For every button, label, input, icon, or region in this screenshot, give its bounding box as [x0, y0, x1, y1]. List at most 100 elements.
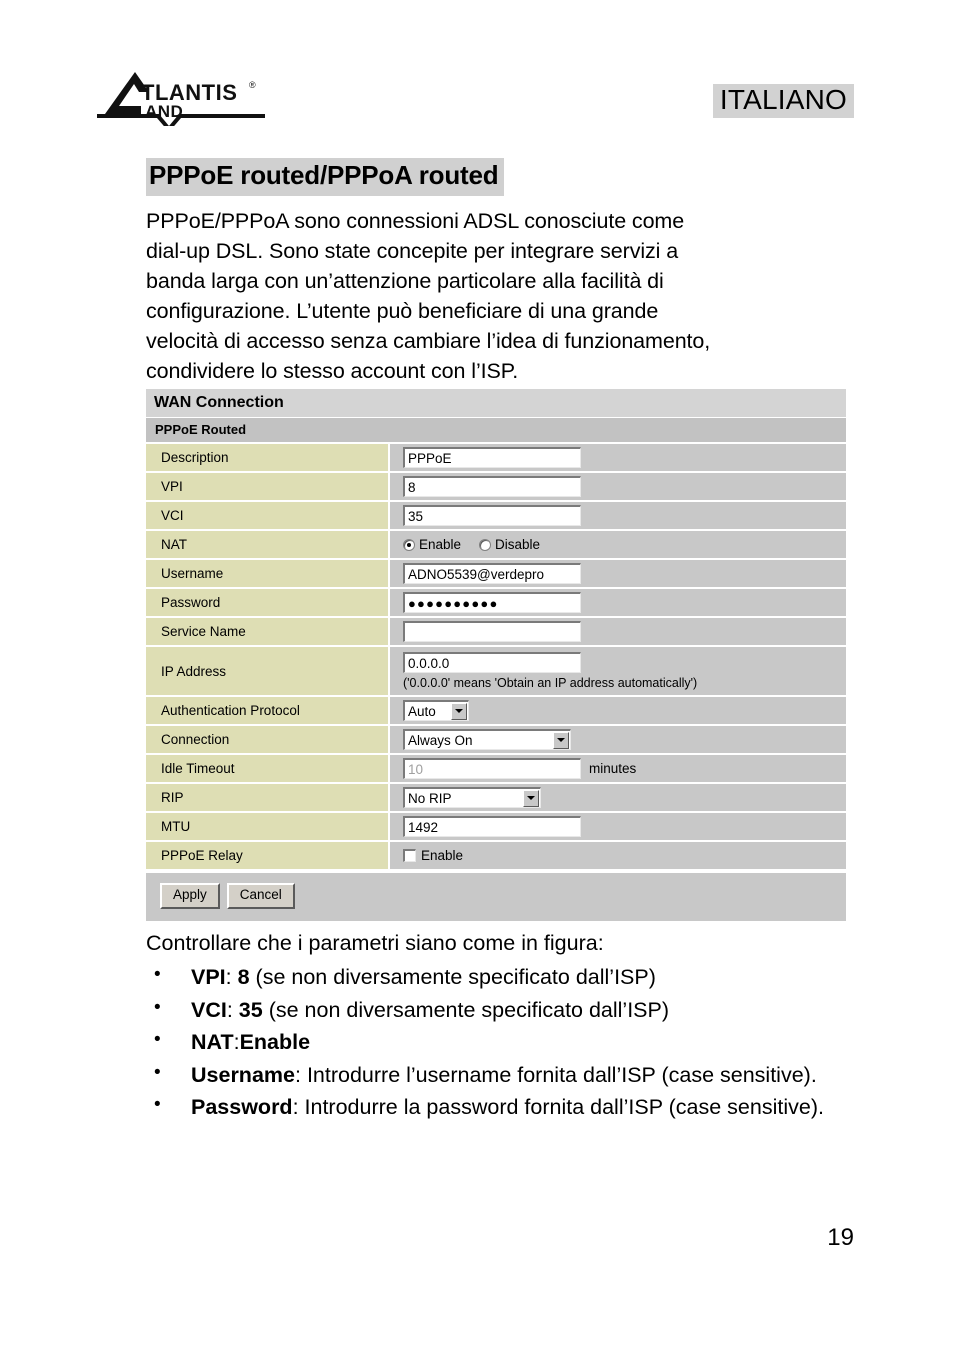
page-title: PPPoE routed/PPPoA routed — [146, 158, 505, 196]
intro-paragraph: PPPoE/PPPoA sono connessioni ADSL conosc… — [146, 207, 846, 387]
table-row: RIP No RIP — [146, 784, 846, 814]
connection-value-cell: Always On — [390, 726, 846, 753]
pppoe-relay-checkbox-wrap[interactable]: Enable — [403, 848, 463, 863]
rip-selected-value: No RIP — [408, 790, 452, 806]
table-row: PPPoE Relay Enable — [146, 842, 846, 872]
nat-disable-label: Disable — [495, 537, 541, 553]
table-row: VCI 35 — [146, 502, 846, 532]
mtu-input[interactable]: 1492 — [403, 816, 581, 838]
connection-selected-value: Always On — [408, 732, 473, 748]
language-badge: ITALIANO — [712, 84, 854, 118]
intro-line: banda larga con un’attenzione particolar… — [146, 268, 664, 293]
wan-connection-screenshot: WAN Connection PPPoE Routed Description … — [146, 389, 846, 923]
nat-label: NAT — [146, 531, 390, 559]
auth-protocol-label: Authentication Protocol — [146, 697, 390, 725]
pppoe-relay-label: PPPoE Relay — [146, 842, 390, 870]
list-item: VCI: 35 (se non diversamente specificato… — [146, 994, 846, 1026]
item-rest: Introdurre l’username fornita dall’ISP (… — [306, 1062, 817, 1087]
table-row: Service Name — [146, 618, 846, 648]
vpi-input[interactable]: 8 — [403, 476, 581, 498]
nat-value-cell: Enable Disable — [390, 531, 846, 558]
idle-timeout-label: Idle Timeout — [146, 755, 390, 783]
auth-protocol-select[interactable]: Auto — [403, 700, 469, 722]
table-row: VPI 8 — [146, 473, 846, 503]
nat-radio-group: Enable Disable — [403, 537, 540, 552]
intro-line: velocità di accesso senza cambiare l’ide… — [146, 328, 711, 353]
service-name-value-cell — [390, 618, 846, 645]
table-row: Description PPPoE — [146, 444, 846, 474]
item-rest: Introdurre la password fornita dall’ISP … — [304, 1094, 824, 1119]
chevron-down-icon[interactable] — [451, 702, 467, 720]
mtu-label: MTU — [146, 813, 390, 841]
table-row: Idle Timeout 10 minutes — [146, 755, 846, 785]
item-term: Username — [191, 1062, 295, 1087]
rip-value-cell: No RIP — [390, 784, 846, 811]
password-value-cell: ●●●●●●●●●● — [390, 589, 846, 616]
connection-label: Connection — [146, 726, 390, 754]
item-term: VCI — [191, 997, 227, 1022]
cancel-button[interactable]: Cancel — [226, 883, 295, 910]
intro-line: condividere lo stesso account con l’ISP. — [146, 358, 519, 383]
document-page: TLANTIS ® AND ITALIANO PPPoE routed/PPPo… — [0, 0, 954, 1351]
item-value: 35 — [238, 997, 263, 1022]
checkbox-unchecked-icon[interactable] — [403, 849, 416, 863]
list-item: Username: Introdurre l’username fornita … — [146, 1058, 846, 1091]
list-item: VPI: 8 (se non diversamente specificato … — [146, 961, 846, 993]
idle-timeout-input[interactable]: 10 — [403, 758, 581, 780]
table-row: IP Address 0.0.0.0 ('0.0.0.0' means 'Obt… — [146, 647, 846, 698]
ip-address-label: IP Address — [146, 647, 390, 696]
atlantis-land-logo: TLANTIS ® AND — [97, 70, 265, 126]
description-value-cell: PPPoE — [390, 444, 846, 471]
radio-unselected-icon[interactable] — [479, 538, 492, 551]
item-sep: : — [225, 965, 238, 990]
nat-disable-option[interactable]: Disable — [479, 537, 540, 552]
ip-address-value-cell: 0.0.0.0 ('0.0.0.0' means 'Obtain an IP a… — [390, 647, 846, 695]
auth-protocol-value-cell: Auto — [390, 697, 846, 724]
idle-timeout-value-cell: 10 minutes — [390, 755, 846, 782]
item-term: Password — [191, 1094, 293, 1119]
username-label: Username — [146, 560, 390, 588]
table-row: Password ●●●●●●●●●● — [146, 589, 846, 619]
description-label: Description — [146, 444, 390, 472]
username-input[interactable]: ADNO5539@verdepro — [403, 563, 581, 585]
description-input[interactable]: PPPoE — [403, 447, 581, 469]
table-row: MTU 1492 — [146, 813, 846, 843]
nat-enable-label: Enable — [419, 537, 462, 553]
instructions-block: Controllare che i parametri siano come i… — [146, 928, 846, 1124]
auth-protocol-selected-value: Auto — [408, 703, 436, 719]
vci-label: VCI — [146, 502, 390, 530]
table-row: NAT Enable Disable — [146, 531, 846, 561]
mtu-value-cell: 1492 — [390, 813, 846, 840]
nat-enable-option[interactable]: Enable — [403, 537, 461, 552]
radio-selected-icon[interactable] — [403, 538, 415, 551]
connection-select[interactable]: Always On — [403, 729, 571, 751]
intro-line: PPPoE/PPPoA sono connessioni ADSL conosc… — [146, 209, 685, 233]
item-value: 8 — [237, 965, 250, 990]
pppoe-relay-enable-label: Enable — [421, 848, 464, 864]
chevron-down-icon[interactable] — [523, 789, 539, 807]
table-row: Username ADNO5539@verdepro — [146, 560, 846, 590]
pppoe-relay-value-cell: Enable — [390, 842, 846, 869]
instructions-lead: Controllare che i parametri siano come i… — [146, 931, 604, 955]
service-name-input[interactable] — [403, 621, 581, 643]
item-sep: : — [226, 997, 239, 1022]
vpi-label: VPI — [146, 473, 390, 501]
apply-button[interactable]: Apply — [160, 883, 220, 910]
intro-line: configurazione. L’utente può beneficiare… — [146, 298, 659, 323]
screenshot-button-row: Apply Cancel — [146, 871, 846, 922]
list-item: NAT:Enable — [146, 1026, 846, 1058]
chevron-down-icon[interactable] — [553, 731, 569, 749]
ip-address-input[interactable]: 0.0.0.0 — [403, 652, 581, 674]
item-term: NAT — [191, 1030, 234, 1055]
svg-text:®: ® — [249, 80, 256, 90]
vci-input[interactable]: 35 — [403, 505, 581, 527]
page-number: 19 — [827, 1224, 854, 1251]
item-sep: : — [292, 1094, 305, 1119]
screenshot-title: WAN Connection — [146, 389, 846, 418]
parameters-checklist: VPI: 8 (se non diversamente specificato … — [146, 961, 846, 1123]
intro-line: dial-up DSL. Sono state concepite per in… — [146, 238, 679, 263]
table-row: Authentication Protocol Auto — [146, 697, 846, 727]
rip-select[interactable]: No RIP — [403, 787, 541, 809]
password-input[interactable]: ●●●●●●●●●● — [403, 592, 581, 614]
item-value: Enable — [239, 1030, 311, 1055]
